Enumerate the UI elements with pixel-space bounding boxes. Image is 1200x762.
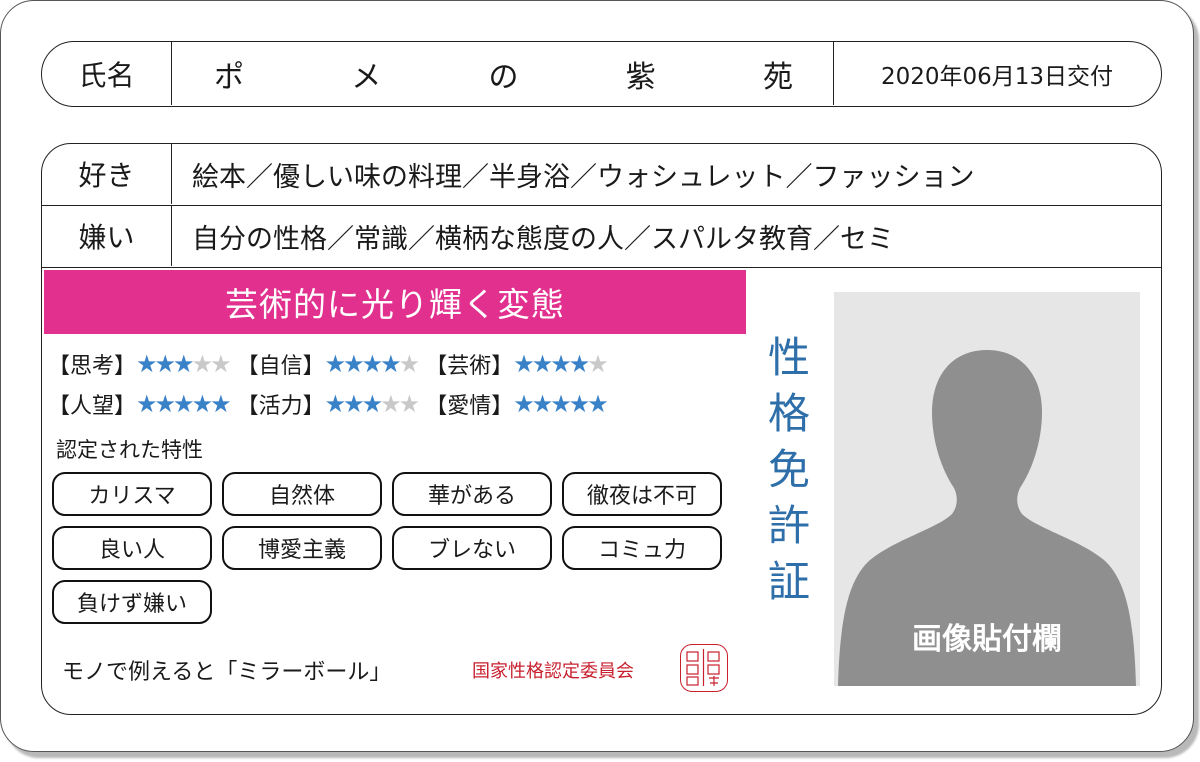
name-char: 苑 bbox=[763, 59, 793, 95]
dislikes-label: 嫌い bbox=[42, 206, 172, 266]
star-empty-icon: ★ bbox=[191, 350, 213, 378]
rating-label: 【愛情】 bbox=[425, 394, 514, 419]
star-rating: ★★★★★ bbox=[136, 390, 232, 418]
star-filled-icon: ★ bbox=[324, 390, 346, 418]
star-filled-icon: ★ bbox=[210, 390, 231, 418]
trait-badge: カリスマ bbox=[52, 472, 212, 516]
star-empty-icon: ★ bbox=[398, 390, 420, 418]
star-filled-icon: ★ bbox=[361, 390, 383, 418]
rating-item: 【人望】 ★★★★★ bbox=[48, 388, 232, 420]
star-rating: ★★★★★ bbox=[513, 390, 609, 418]
name-char: メ bbox=[351, 59, 382, 95]
name-char: 紫 bbox=[625, 59, 656, 95]
rating-label: 【活力】 bbox=[236, 394, 325, 419]
star-empty-icon: ★ bbox=[398, 350, 420, 378]
rating-item: 【活力】 ★★★★★ bbox=[236, 388, 421, 420]
dislikes-row: 嫌い 自分の性格／常識／横柄な態度の人／スパルタ教育／セミ bbox=[42, 206, 1161, 268]
vertical-title: 性 格 免 許 証 bbox=[764, 330, 814, 610]
rating-item: 【思考】 ★★★★★ bbox=[48, 348, 232, 380]
star-filled-icon: ★ bbox=[343, 390, 364, 418]
name-row: 氏名 ポ メ の 紫 苑 2020年06月13日交付 bbox=[41, 41, 1162, 107]
star-filled-icon: ★ bbox=[513, 390, 534, 418]
name-char: の bbox=[488, 59, 519, 95]
issue-date: 2020年06月13日交付 bbox=[880, 63, 1114, 90]
photo-caption: 画像貼付欄 bbox=[912, 622, 1062, 657]
trait-badges: カリスマ 自然体 華がある 徹夜は不可 良い人 博愛主義 ブレない コミュ力 負… bbox=[52, 472, 732, 624]
trait-badge: 華がある bbox=[392, 472, 552, 516]
star-rating: ★★★★★ bbox=[136, 350, 232, 378]
title-char: 許 bbox=[767, 501, 810, 550]
likes-value: 絵本／優しい味の料理／半身浴／ウォシュレット／ファッション bbox=[192, 161, 975, 193]
star-filled-icon: ★ bbox=[550, 390, 571, 418]
star-rating: ★★★★★ bbox=[324, 390, 421, 418]
star-rating: ★★★★★ bbox=[324, 350, 421, 378]
name-value: ポ メ の 紫 苑 bbox=[172, 42, 834, 105]
rating-item: 【芸術】 ★★★★★ bbox=[425, 348, 609, 380]
seal-stamp-icon bbox=[680, 644, 728, 692]
trait-badge: 負けず嫌い bbox=[52, 580, 212, 624]
star-filled-icon: ★ bbox=[587, 390, 608, 418]
license-card: 氏名 ポ メ の 紫 苑 2020年06月13日交付 好き 絵本／優しい味の料理… bbox=[0, 0, 1194, 752]
star-filled-icon: ★ bbox=[361, 350, 383, 378]
headline-banner: 芸術的に光り輝く変態 bbox=[44, 270, 746, 334]
photo-placeholder[interactable]: 画像貼付欄 bbox=[834, 292, 1140, 686]
star-filled-icon: ★ bbox=[568, 350, 590, 378]
traits-title: 認定された特性 bbox=[56, 438, 203, 462]
rating-label: 【芸術】 bbox=[425, 354, 514, 379]
star-empty-icon: ★ bbox=[587, 350, 608, 378]
name-char: ポ bbox=[214, 59, 244, 95]
star-filled-icon: ★ bbox=[531, 390, 553, 418]
star-filled-icon: ★ bbox=[550, 350, 571, 378]
star-filled-icon: ★ bbox=[343, 350, 364, 378]
trait-badge: 博愛主義 bbox=[222, 526, 382, 570]
star-filled-icon: ★ bbox=[568, 390, 590, 418]
title-char: 性 bbox=[767, 333, 810, 382]
star-filled-icon: ★ bbox=[173, 350, 194, 378]
star-filled-icon: ★ bbox=[191, 390, 213, 418]
rating-item: 【愛情】 ★★★★★ bbox=[425, 388, 609, 420]
star-filled-icon: ★ bbox=[154, 390, 176, 418]
star-filled-icon: ★ bbox=[136, 350, 157, 378]
likes-label: 好き bbox=[42, 144, 172, 204]
star-filled-icon: ★ bbox=[513, 350, 534, 378]
star-empty-icon: ★ bbox=[380, 390, 401, 418]
trait-badge: 徹夜は不可 bbox=[562, 472, 722, 516]
title-char: 格 bbox=[767, 389, 810, 438]
star-filled-icon: ★ bbox=[324, 350, 346, 378]
star-rating: ★★★★★ bbox=[513, 350, 609, 378]
trait-badge: コミュ力 bbox=[562, 526, 722, 570]
trait-badge: 良い人 bbox=[52, 526, 212, 570]
rating-row: 【人望】 ★★★★★ 【活力】 ★★★★★ 【愛情】 ★★★★★ bbox=[48, 384, 614, 424]
trait-badge: ブレない bbox=[392, 526, 552, 570]
rating-item: 【自信】 ★★★★★ bbox=[236, 348, 421, 380]
ratings: 【思考】 ★★★★★ 【自信】 ★★★★★ 【芸術】 ★★★★★ 【人望】 ★★… bbox=[48, 344, 614, 424]
star-filled-icon: ★ bbox=[173, 390, 194, 418]
star-filled-icon: ★ bbox=[154, 350, 176, 378]
trait-badge: 自然体 bbox=[222, 472, 382, 516]
rating-row: 【思考】 ★★★★★ 【自信】 ★★★★★ 【芸術】 ★★★★★ bbox=[48, 344, 614, 384]
committee-name: 国家性格認定委員会 bbox=[472, 661, 634, 682]
star-filled-icon: ★ bbox=[136, 390, 157, 418]
dislikes-value: 自分の性格／常識／横柄な態度の人／スパルタ教育／セミ bbox=[192, 223, 894, 255]
rating-label: 【思考】 bbox=[48, 354, 137, 379]
rating-label: 【人望】 bbox=[48, 394, 137, 419]
title-char: 証 bbox=[767, 557, 810, 606]
object-comparison: モノで例えると「ミラーボール」 bbox=[62, 660, 392, 685]
star-filled-icon: ★ bbox=[380, 350, 401, 378]
card-body: 好き 絵本／優しい味の料理／半身浴／ウォシュレット／ファッション 嫌い 自分の性… bbox=[41, 143, 1162, 715]
name-label: 氏名 bbox=[42, 42, 172, 105]
title-char: 免 bbox=[767, 445, 810, 494]
star-filled-icon: ★ bbox=[531, 350, 553, 378]
likes-row: 好き 絵本／優しい味の料理／半身浴／ウォシュレット／ファッション bbox=[42, 144, 1161, 206]
rating-label: 【自信】 bbox=[236, 354, 325, 379]
star-empty-icon: ★ bbox=[210, 350, 231, 378]
